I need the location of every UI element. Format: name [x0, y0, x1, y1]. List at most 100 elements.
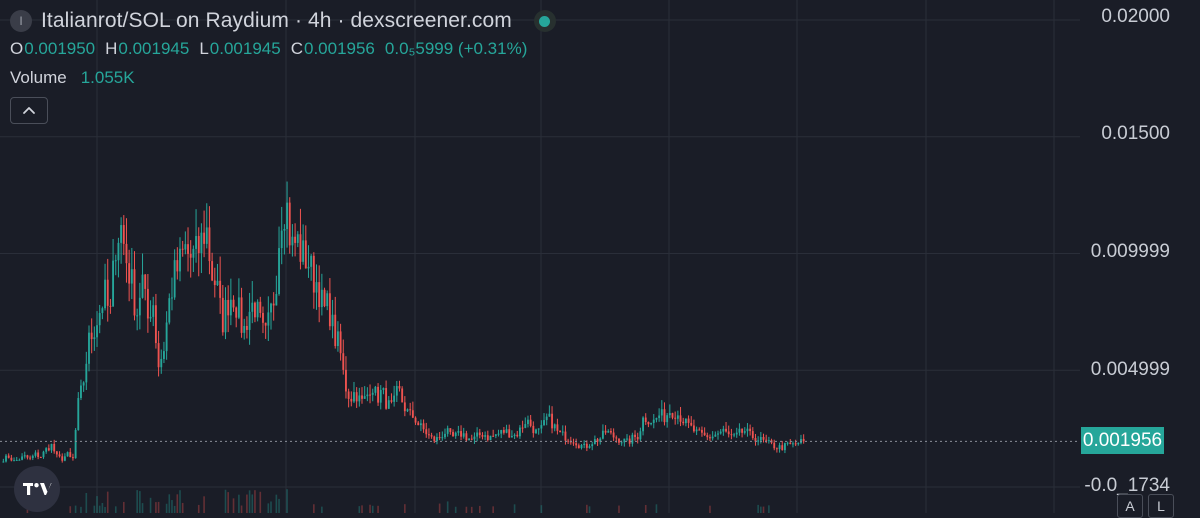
candle-body [259, 301, 262, 313]
candle-body [601, 430, 604, 439]
candle-body [403, 402, 406, 412]
chevron-up-icon [23, 107, 35, 114]
volume-bar [369, 504, 371, 513]
candle-body [695, 429, 698, 432]
candle-body [254, 302, 256, 318]
volume-bar [655, 504, 658, 513]
candle-body [5, 455, 7, 462]
volume-bar [106, 491, 109, 513]
candle-body [457, 431, 460, 433]
candle-body [733, 434, 736, 436]
volume-value: 1.055K [80, 68, 135, 87]
volume-bar [618, 505, 620, 513]
volume-bar [157, 501, 160, 513]
candle-body [136, 315, 139, 317]
candle-body [355, 392, 358, 402]
candle-body [684, 418, 687, 424]
candle-body [256, 301, 259, 318]
candle-body [117, 242, 120, 261]
candle-body [339, 331, 342, 354]
volume-bar [139, 491, 141, 513]
market-status-indicator[interactable] [533, 10, 556, 32]
volume-bar [240, 505, 243, 513]
candle-body [272, 303, 275, 306]
candle-body [13, 460, 15, 462]
candle-body [414, 417, 417, 423]
candle-body [692, 425, 695, 432]
candle-body [572, 442, 575, 444]
close-value: 0.001956 [303, 39, 375, 58]
candle-body [240, 297, 243, 333]
candle-body [639, 431, 642, 440]
volume-bar [438, 503, 441, 513]
volume-bars [26, 489, 770, 513]
candle-body [395, 386, 398, 396]
volume-bar [248, 490, 251, 513]
candle-body [125, 243, 128, 264]
candle-body [441, 437, 444, 439]
candle-body [505, 429, 508, 433]
volume-bar [588, 506, 591, 513]
candle-body [436, 437, 438, 442]
candle-body [492, 435, 495, 437]
candle-body [122, 225, 125, 244]
candle-body [318, 282, 321, 308]
candle-body [345, 369, 347, 392]
price-axis-label: 0.009999 [1090, 241, 1170, 262]
candle-body [722, 428, 725, 432]
candle-body [551, 413, 553, 429]
candle-body [96, 325, 98, 338]
volume-bar [470, 506, 473, 513]
candle-body [553, 424, 556, 429]
candle-body [797, 443, 800, 445]
candle-body [462, 433, 465, 437]
candle-body [173, 260, 176, 298]
candle-body [120, 225, 123, 243]
collapse-legend-button[interactable] [10, 97, 48, 124]
volume-bar [224, 489, 227, 513]
candle-body [315, 282, 318, 293]
volume-bar [171, 500, 173, 513]
candle-body [195, 236, 197, 249]
candle-body [90, 332, 93, 340]
candle-body [243, 325, 246, 333]
candle-body [642, 417, 644, 432]
candle-body [486, 435, 489, 441]
candle-body [93, 337, 96, 340]
status-dot-icon [539, 15, 551, 27]
candle-body [559, 430, 562, 432]
candle-body [741, 428, 744, 433]
candle-body [588, 446, 591, 448]
candle-body [738, 428, 741, 433]
candle-body [163, 351, 165, 359]
volume-bar [80, 506, 82, 513]
candle-body [165, 322, 168, 352]
candle-body [304, 240, 307, 269]
candle-body [561, 431, 564, 433]
volume-legend: Volume 1.055K [10, 68, 556, 88]
candle-body [652, 419, 655, 423]
candle-body [109, 305, 112, 307]
candle-body [146, 288, 149, 319]
candle-body [320, 289, 323, 308]
candle-body [358, 395, 361, 402]
volume-bar [232, 498, 235, 513]
candle-body [248, 311, 251, 330]
candle-body [430, 435, 433, 437]
candle-body [701, 429, 703, 433]
low-label: L [199, 39, 209, 58]
candle-body [347, 391, 350, 399]
candle-body [783, 443, 786, 451]
auto-scale-button[interactable]: A [1117, 494, 1143, 518]
tradingview-logo[interactable] [14, 466, 60, 512]
candle-body [676, 415, 679, 419]
candle-body [516, 434, 519, 437]
candle-body [468, 438, 471, 441]
log-scale-button[interactable]: L [1148, 494, 1174, 518]
volume-bar [74, 505, 77, 513]
candle-body [141, 274, 144, 298]
candle-body [518, 427, 521, 437]
candle-body [532, 425, 535, 434]
symbol-badge[interactable]: I [10, 10, 32, 32]
candle-body [21, 456, 24, 460]
